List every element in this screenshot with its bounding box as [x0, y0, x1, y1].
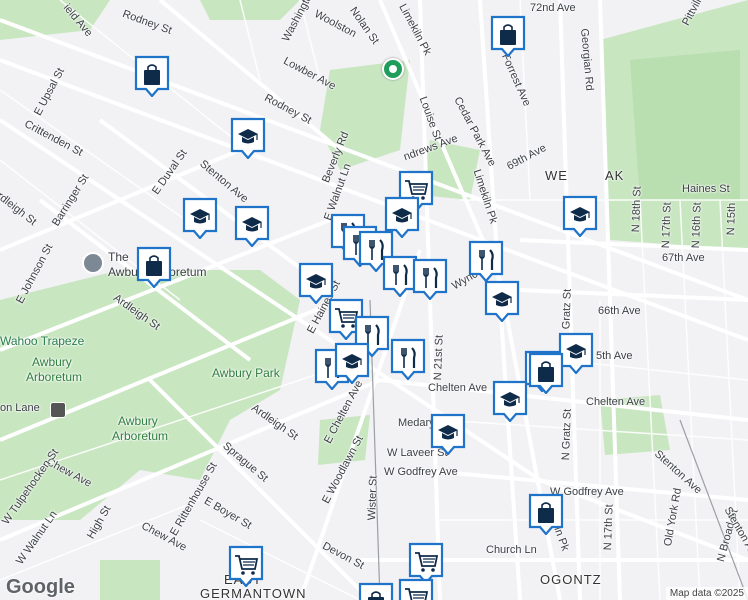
park-label: Arboretum — [26, 370, 83, 384]
shopping-bag-marker[interactable] — [134, 55, 170, 97]
map-attribution: Map data ©2025 — [665, 587, 748, 600]
park-label: Awbury — [118, 414, 158, 428]
shopping-bag-icon — [134, 55, 170, 97]
shopping-bag-icon — [528, 493, 564, 535]
shopping-bag-marker[interactable] — [136, 246, 172, 288]
area-label: GERMANTOWN — [200, 586, 307, 600]
restaurant-marker[interactable] — [412, 258, 448, 300]
place-label: Wahoo Trapeze — [0, 334, 85, 348]
school-icon — [334, 342, 370, 384]
shopping-bag-marker[interactable] — [528, 493, 564, 535]
school-icon — [234, 205, 270, 247]
restaurant-marker[interactable] — [390, 338, 426, 380]
school-marker[interactable] — [334, 342, 370, 384]
street-label: N 16th St — [690, 202, 704, 249]
shopping-cart-marker[interactable] — [398, 578, 434, 600]
shopping-bag-icon — [490, 15, 526, 57]
shopping-cart-icon — [228, 545, 264, 587]
restaurant-icon — [412, 258, 448, 300]
street-label: N Gratz St — [560, 408, 574, 461]
school-icon — [230, 117, 266, 159]
shopping-bag-icon — [528, 352, 564, 394]
street-label: 5th Ave — [596, 350, 633, 362]
school-icon — [562, 195, 598, 237]
school-icon — [492, 380, 528, 422]
street-label: N 18th St — [630, 186, 644, 233]
area-label: AK — [605, 168, 625, 183]
street-label: Haines St — [682, 183, 730, 195]
place-label: The — [108, 250, 129, 264]
school-marker[interactable] — [484, 280, 520, 322]
park-poi-icon[interactable] — [382, 58, 404, 80]
school-marker[interactable] — [182, 197, 218, 239]
shopping-cart-icon — [398, 578, 434, 600]
shopping-bag-marker[interactable] — [528, 352, 564, 394]
street-label: on Lane — [0, 402, 40, 414]
park-label: Arboretum — [112, 429, 169, 443]
map-canvas[interactable]: Rodney St ield Ave Washington Woolston N… — [0, 0, 748, 600]
school-icon — [182, 197, 218, 239]
restaurant-marker[interactable] — [468, 240, 504, 282]
shopping-bag-marker[interactable] — [490, 15, 526, 57]
school-marker[interactable] — [234, 205, 270, 247]
street-label: Chelten Ave — [428, 382, 488, 394]
street-label: Chelten Ave — [586, 396, 646, 408]
area-label: WE — [545, 168, 568, 183]
train-station-icon[interactable] — [50, 402, 66, 418]
shopping-bag-marker[interactable] — [358, 582, 394, 600]
street-label: 67th Ave — [662, 252, 705, 264]
school-marker[interactable] — [430, 413, 466, 455]
restaurant-icon — [468, 240, 504, 282]
shopping-bag-icon — [136, 246, 172, 288]
arboretum-poi-icon[interactable] — [82, 252, 104, 274]
restaurant-icon — [390, 338, 426, 380]
street-label: N 15th — [725, 202, 739, 236]
street-label: N 17th St — [660, 202, 674, 249]
school-marker[interactable] — [230, 117, 266, 159]
school-marker[interactable] — [492, 380, 528, 422]
area-label: OGONTZ — [540, 572, 602, 587]
school-icon — [484, 280, 520, 322]
park-label: Awbury Park — [212, 366, 280, 380]
street-label: N 17th St — [602, 504, 616, 551]
school-icon — [430, 413, 466, 455]
street-label: Church Ln — [486, 544, 537, 556]
street-label: N 21st St — [432, 334, 446, 381]
street-label: W Godfrey Ave — [384, 466, 458, 478]
shopping-bag-icon — [358, 582, 394, 600]
park-label: Awbury — [32, 355, 72, 369]
school-marker[interactable] — [562, 195, 598, 237]
shopping-cart-marker[interactable] — [228, 545, 264, 587]
street-label: Wister St — [366, 475, 380, 521]
street-label: 72nd Ave — [530, 2, 576, 14]
google-logo: Google — [6, 576, 75, 598]
street-label: 66th Ave — [598, 305, 641, 317]
